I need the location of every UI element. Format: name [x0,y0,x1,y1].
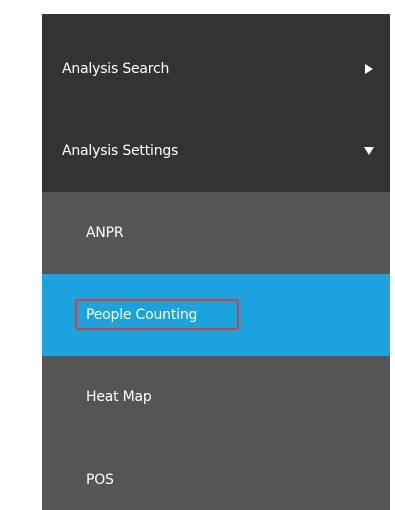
analysis-sidebar-menu: Analysis Search Analysis Settings ANPR P… [42,14,390,510]
submenu-item-pos[interactable]: POS [42,438,390,510]
submenu-item-heat-map[interactable]: Heat Map [42,356,390,438]
submenu-item-label: ANPR [86,225,124,241]
triangle-right-icon [364,64,374,74]
submenu-item-label: People Counting [86,307,198,323]
submenu-item-label: POS [86,472,114,488]
triangle-down-icon [364,146,374,156]
menu-item-label: Analysis Search [62,61,170,77]
menu-top-strip [42,14,390,28]
submenu-item-label: Heat Map [86,389,152,405]
screenshot-frame: Analysis Search Analysis Settings ANPR P… [0,0,395,510]
submenu-item-anpr[interactable]: ANPR [42,192,390,274]
submenu-item-people-counting[interactable]: People Counting [42,274,390,356]
menu-item-label: Analysis Settings [62,143,179,159]
menu-item-analysis-search[interactable]: Analysis Search [42,28,390,110]
menu-item-analysis-settings[interactable]: Analysis Settings [42,110,390,192]
